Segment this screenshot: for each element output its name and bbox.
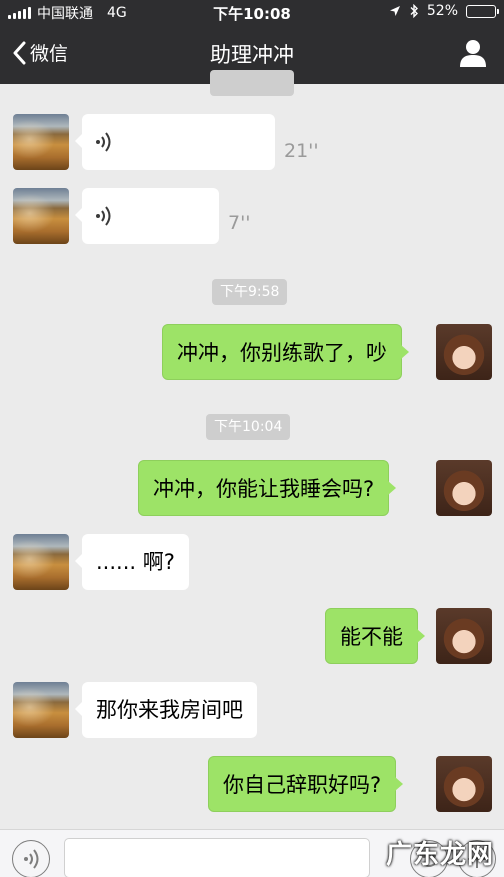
battery-percent: 52% [426, 3, 458, 19]
avatar-assistant[interactable] [13, 682, 69, 738]
avatar-assistant[interactable] [13, 534, 69, 590]
bluetooth-icon [410, 4, 418, 18]
voice-message[interactable] [75, 114, 275, 170]
avatar-me[interactable] [436, 608, 492, 664]
voice-duration: 7'' [228, 212, 251, 234]
timestamp-partial [210, 70, 294, 96]
voice-wave-icon [96, 132, 111, 152]
sent-message[interactable]: 冲冲，你别练歌了，吵 [162, 324, 409, 380]
voice-wave-icon [96, 206, 111, 226]
sent-message[interactable]: 你自己辞职好吗? [208, 756, 404, 812]
battery-icon [466, 4, 499, 18]
watermark-text: 广东龙网 [385, 840, 494, 870]
avatar-me[interactable] [436, 324, 492, 380]
timestamp: 下午10:04 [206, 414, 291, 440]
voice-message[interactable] [75, 188, 219, 244]
sent-message[interactable]: 冲冲，你能让我睡会吗? [138, 460, 397, 516]
person-icon[interactable] [458, 38, 488, 68]
chat-title: 助理冲冲 [210, 43, 294, 67]
avatar-assistant[interactable] [13, 188, 69, 244]
status-bar: 中国联通 4G 下午10:08 52% [0, 0, 504, 24]
voice-input-button[interactable] [12, 840, 50, 877]
avatar-me[interactable] [436, 756, 492, 812]
voice-input-icon [23, 848, 38, 869]
avatar-assistant[interactable] [13, 114, 69, 170]
received-message[interactable]: ...... 啊? [75, 534, 189, 590]
voice-duration: 21'' [284, 140, 319, 162]
received-message[interactable]: 那你来我房间吧 [75, 682, 257, 738]
location-icon [389, 6, 400, 16]
timestamp: 下午9:58 [212, 279, 288, 305]
sent-message[interactable]: 能不能 [325, 608, 425, 664]
avatar-me[interactable] [436, 460, 492, 516]
message-input[interactable] [64, 838, 370, 877]
